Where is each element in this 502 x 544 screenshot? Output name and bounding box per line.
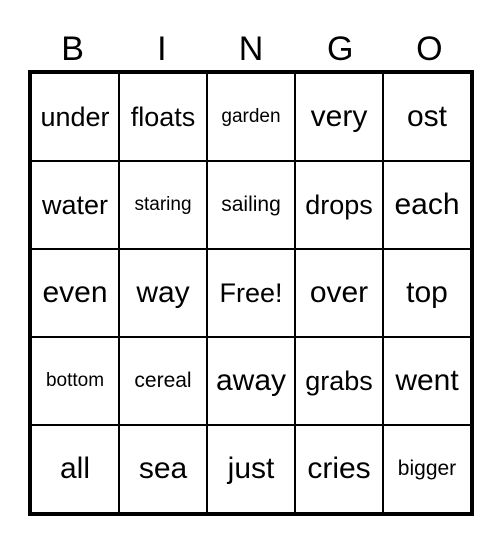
bingo-cell: under <box>31 73 119 161</box>
header-letter-i: I <box>157 30 167 68</box>
bingo-cell: top <box>383 249 471 337</box>
bingo-cell: grabs <box>295 337 383 425</box>
header-letter-g: G <box>326 30 354 68</box>
free-space-cell: Free! <box>207 249 295 337</box>
bingo-cell: away <box>207 337 295 425</box>
bingo-cell: staring <box>119 161 207 249</box>
bingo-cell: drops <box>295 161 383 249</box>
bingo-cell: even <box>31 249 119 337</box>
bingo-header: B I N G O <box>28 28 474 70</box>
bingo-cell: all <box>31 425 119 513</box>
bingo-cell: cries <box>295 425 383 513</box>
bingo-cell: water <box>31 161 119 249</box>
bingo-cell: over <box>295 249 383 337</box>
bingo-cell: just <box>207 425 295 513</box>
bingo-cell: floats <box>119 73 207 161</box>
bingo-card-grid: under floats garden very ost water stari… <box>28 70 474 516</box>
bingo-cell: bigger <box>383 425 471 513</box>
bingo-cell: cereal <box>119 337 207 425</box>
header-letter-n: N <box>238 30 264 68</box>
bingo-cell: sailing <box>207 161 295 249</box>
bingo-cell: each <box>383 161 471 249</box>
bingo-cell: bottom <box>31 337 119 425</box>
bingo-cell: garden <box>207 73 295 161</box>
bingo-cell: went <box>383 337 471 425</box>
bingo-cell: ost <box>383 73 471 161</box>
bingo-cell: sea <box>119 425 207 513</box>
bingo-cell: way <box>119 249 207 337</box>
bingo-cell: very <box>295 73 383 161</box>
header-letter-b: B <box>61 30 84 68</box>
header-letter-o: O <box>416 30 443 68</box>
